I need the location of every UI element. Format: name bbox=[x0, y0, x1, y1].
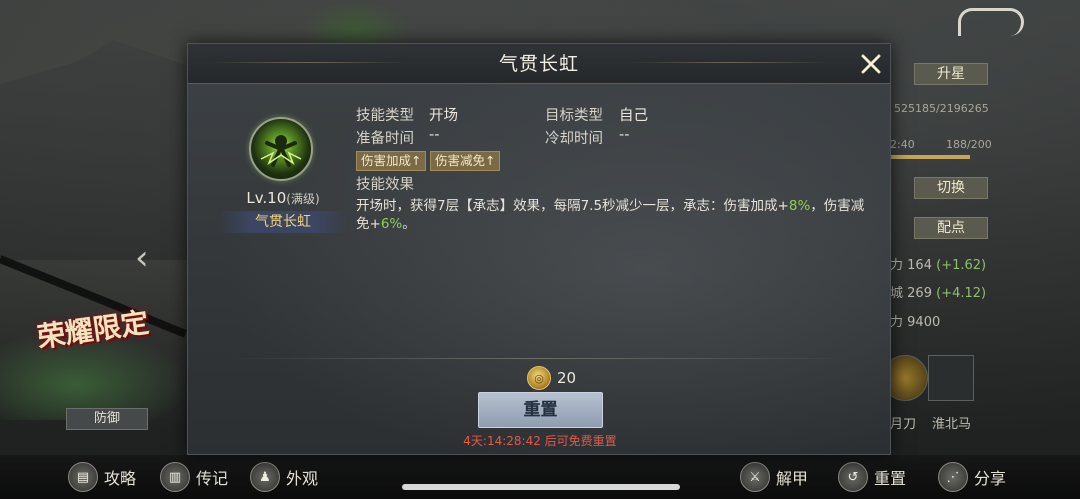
stat-row-3: 力 9400 bbox=[890, 311, 940, 330]
skill-detail-dialog: 气贯长虹 Lv.10(满级) 气贯长虹 技能类型 开场 目标类型 自己 准备时间… bbox=[187, 43, 891, 455]
skill-level-max: (满级) bbox=[286, 192, 320, 206]
skill-icon bbox=[249, 117, 313, 181]
stat-1-value: 164 bbox=[907, 258, 932, 273]
toolbar-appearance-label: 外观 bbox=[286, 469, 319, 488]
toolbar-share-button[interactable]: ⋰ 分享 bbox=[938, 461, 1006, 493]
horse-slot[interactable] bbox=[928, 355, 974, 401]
exp-text: 525185/2196265 bbox=[894, 102, 989, 115]
toolbar-unarmor-label: 解甲 bbox=[776, 469, 809, 488]
dialog-header: 气贯长虹 bbox=[188, 44, 890, 84]
toolbar-strategy-button[interactable]: ▤ 攻略 bbox=[68, 461, 136, 493]
stat-2-label: 城 bbox=[890, 286, 904, 301]
toolbar-reset-label: 重置 bbox=[874, 469, 907, 488]
damage-bonus-tag: 伤害加成↑ bbox=[356, 151, 427, 171]
book-icon: ▤ bbox=[68, 462, 98, 492]
effect-description: 开场时，获得7层【承志】效果，每隔7.5秒减少一层，承志：伤害加成+8%，伤害减… bbox=[356, 197, 866, 233]
toolbar-strategy-label: 攻略 bbox=[104, 469, 137, 488]
cooldown-label: 冷却时间 bbox=[545, 131, 603, 147]
home-indicator[interactable] bbox=[402, 484, 680, 490]
effect-text-1: 开场时，获得7层【承志】效果，每隔7.5秒减少一层，承志：伤害加成+ bbox=[356, 198, 789, 214]
stamina-text: 188/200 bbox=[946, 138, 992, 151]
stat-row-1: 力 164 (+1.62) bbox=[890, 254, 986, 273]
stat-1-bonus: (+1.62) bbox=[936, 258, 987, 273]
effect-value-2: 6% bbox=[380, 216, 403, 232]
hero-side-panel: 升星 525185/2196265 2:40 188/200 切换 配点 力 1… bbox=[882, 55, 1080, 455]
skill-type-value: 开场 bbox=[429, 108, 458, 124]
toolbar-appearance-button[interactable]: ♟ 外观 bbox=[250, 461, 318, 493]
skill-level-value: Lv.10 bbox=[246, 189, 287, 207]
toolbar-biography-button[interactable]: ▥ 传记 bbox=[160, 461, 228, 493]
unarmor-icon: ⚔ bbox=[740, 462, 770, 492]
stat-row-2: 城 269 (+4.12) bbox=[890, 282, 986, 301]
toolbar-reset-button[interactable]: ↺ 重置 bbox=[838, 461, 906, 493]
star-up-button[interactable]: 升星 bbox=[914, 63, 988, 85]
effect-text-3: 。 bbox=[402, 216, 416, 232]
time-text: 2:40 bbox=[890, 138, 915, 151]
switch-button[interactable]: 切换 bbox=[914, 177, 988, 199]
defense-button[interactable]: 防御 bbox=[66, 408, 148, 430]
weapon-label: 月刀 bbox=[890, 417, 917, 432]
horse-label: 淮北马 bbox=[932, 417, 972, 432]
close-button[interactable] bbox=[858, 51, 884, 77]
coin-amount: 20 bbox=[557, 369, 577, 387]
allocate-button[interactable]: 配点 bbox=[914, 217, 988, 239]
outfit-icon: ♟ bbox=[250, 462, 280, 492]
toolbar-unarmor-button[interactable]: ⚔ 解甲 bbox=[740, 461, 808, 493]
scroll-icon: ▥ bbox=[160, 462, 190, 492]
stat-3-label: 力 bbox=[890, 315, 904, 330]
skill-level: Lv.10(满级) bbox=[208, 189, 358, 207]
target-type-value: 自己 bbox=[619, 108, 648, 124]
stat-1-label: 力 bbox=[890, 258, 904, 273]
damage-reduction-tag: 伤害减免↑ bbox=[430, 151, 501, 171]
back-arrow-icon[interactable] bbox=[958, 8, 1024, 36]
skill-type-label: 技能类型 bbox=[356, 108, 414, 124]
coin-icon: ◎ bbox=[527, 366, 551, 390]
cooldown-value: -- bbox=[619, 127, 630, 143]
dialog-title: 气贯长虹 bbox=[498, 53, 579, 75]
prep-time-label: 准备时间 bbox=[356, 131, 414, 147]
chevron-left-icon[interactable]: ‹ bbox=[135, 241, 161, 275]
reset-cost: ◎ 20 bbox=[527, 365, 576, 391]
stat-2-value: 269 bbox=[907, 286, 932, 301]
share-icon: ⋰ bbox=[938, 462, 968, 492]
reset-icon: ↺ bbox=[838, 462, 868, 492]
reset-button[interactable]: 重置 bbox=[478, 392, 603, 428]
lightning-figure-icon bbox=[260, 135, 302, 167]
reset-hint: 4天:14:28:42 后可免费重置 bbox=[463, 434, 617, 448]
toolbar-share-label: 分享 bbox=[974, 469, 1007, 488]
toolbar-biography-label: 传记 bbox=[196, 469, 229, 488]
close-icon bbox=[861, 54, 881, 74]
bottom-toolbar: ▤ 攻略 ▥ 传记 ♟ 外观 ⚔ 解甲 ↺ 重置 ⋰ 分享 bbox=[0, 455, 1080, 499]
prep-time-value: -- bbox=[429, 127, 440, 143]
stat-2-bonus: (+4.12) bbox=[936, 286, 987, 301]
target-type-label: 目标类型 bbox=[545, 108, 603, 124]
effect-label: 技能效果 bbox=[356, 177, 414, 193]
effect-value-1: 8% bbox=[788, 198, 811, 214]
stamina-bar bbox=[888, 155, 970, 159]
stat-3-value: 9400 bbox=[907, 315, 941, 330]
skill-name-tag: 气贯长虹 bbox=[218, 211, 348, 233]
dialog-divider bbox=[228, 358, 852, 359]
